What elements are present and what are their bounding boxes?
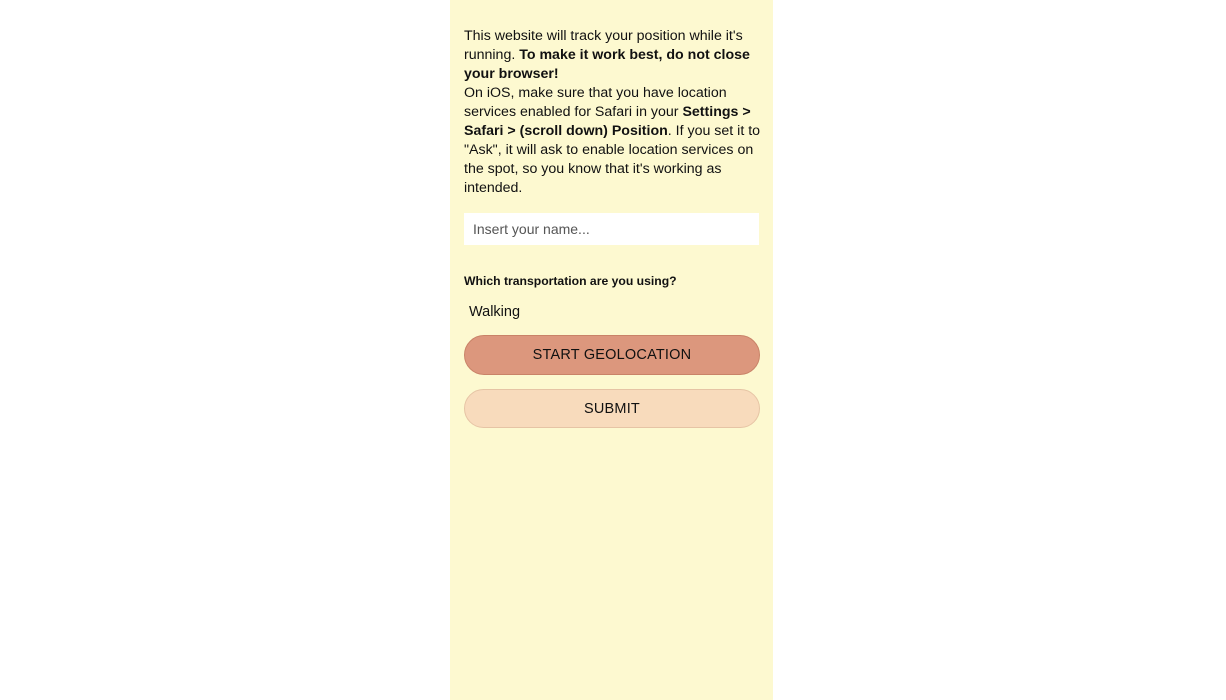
- intro-paragraph-warning: This website will track your position wh…: [464, 27, 764, 84]
- start-geolocation-button[interactable]: START GEOLOCATION: [464, 335, 760, 375]
- intro-text: This website will track your position wh…: [464, 27, 764, 198]
- main-panel: This website will track your position wh…: [450, 0, 773, 700]
- transport-select[interactable]: Walking: [464, 303, 759, 321]
- intro-paragraph-ios: On iOS, make sure that you have location…: [464, 84, 764, 198]
- name-input[interactable]: [464, 213, 759, 245]
- submit-button[interactable]: SUBMIT: [464, 389, 760, 428]
- transport-question-label: Which transportation are you using?: [464, 274, 677, 288]
